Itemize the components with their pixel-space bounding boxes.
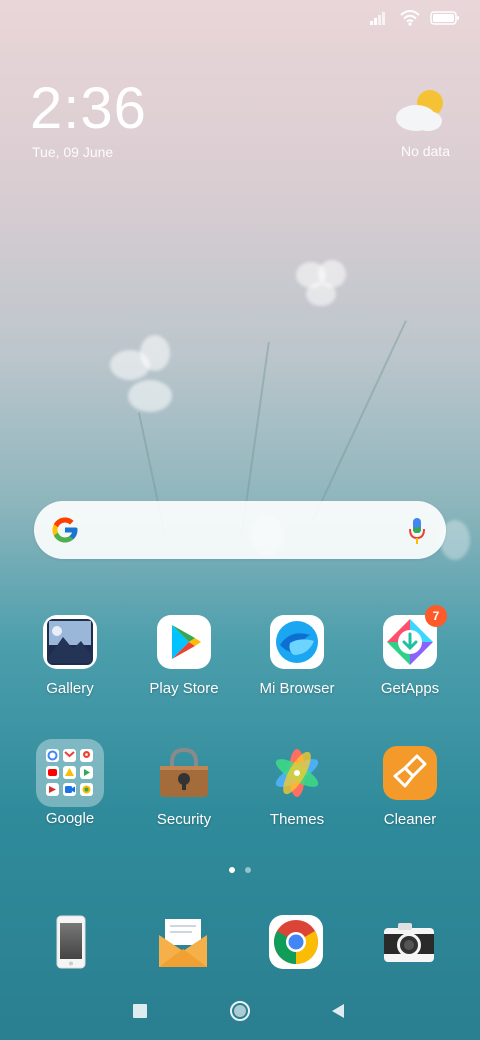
battery-icon (430, 11, 459, 25)
security-icon (157, 746, 211, 800)
app-label: Play Store (149, 680, 219, 697)
app-google-folder[interactable]: Google (15, 739, 125, 827)
phone-icon (56, 915, 86, 969)
app-gallery[interactable]: Gallery (15, 615, 125, 697)
dock-camera[interactable] (380, 913, 438, 971)
app-label: Gallery (46, 680, 94, 697)
app-security[interactable]: Security (129, 746, 239, 828)
camera-icon (384, 923, 434, 962)
app-themes[interactable]: Themes (242, 746, 352, 828)
square-icon (133, 1004, 147, 1018)
mic-icon[interactable] (408, 517, 426, 545)
chrome-icon (274, 920, 318, 964)
partly-cloudy-icon[interactable] (394, 88, 450, 133)
recents-button[interactable] (120, 996, 160, 1026)
status-bar (370, 10, 460, 26)
page-dot-active[interactable] (229, 867, 235, 873)
page-dot[interactable] (245, 867, 251, 873)
gallery-icon (43, 615, 97, 669)
back-triangle-icon (332, 1004, 344, 1018)
cleaner-icon (383, 746, 437, 800)
app-label: Themes (269, 811, 325, 828)
themes-icon (270, 746, 324, 800)
clock-date: Tue, 09 June (32, 144, 114, 160)
signal-icon (370, 12, 385, 25)
app-label: Cleaner (383, 811, 437, 828)
dock-phone[interactable] (42, 913, 100, 971)
app-label: GetApps (380, 680, 440, 697)
page-indicator (0, 867, 480, 873)
google-g-icon (52, 517, 78, 543)
app-label: Security (156, 811, 212, 828)
app-play-store[interactable]: Play Store (129, 615, 239, 697)
app-cleaner[interactable]: Cleaner (355, 746, 465, 828)
mi-browser-icon (270, 615, 324, 669)
google-search-bar[interactable] (34, 501, 446, 559)
google-folder-icon (36, 739, 104, 807)
app-mi-browser[interactable]: Mi Browser (242, 615, 352, 697)
dock-messages[interactable] (154, 913, 212, 971)
dock-chrome[interactable] (267, 913, 325, 971)
app-getapps[interactable]: 7 GetApps (355, 605, 465, 697)
back-button[interactable] (318, 996, 358, 1026)
app-label: Mi Browser (259, 680, 335, 697)
app-label: Google (45, 810, 95, 827)
messages-icon (159, 919, 207, 967)
circle-icon (230, 1001, 250, 1021)
notification-badge: 7 (425, 605, 447, 627)
clock-time[interactable]: 2:36 (30, 80, 147, 138)
weather-status: No data (400, 143, 450, 159)
play-store-icon (157, 615, 211, 669)
navigation-bar (0, 996, 480, 1026)
wifi-icon (400, 10, 420, 26)
home-button[interactable] (220, 996, 260, 1026)
